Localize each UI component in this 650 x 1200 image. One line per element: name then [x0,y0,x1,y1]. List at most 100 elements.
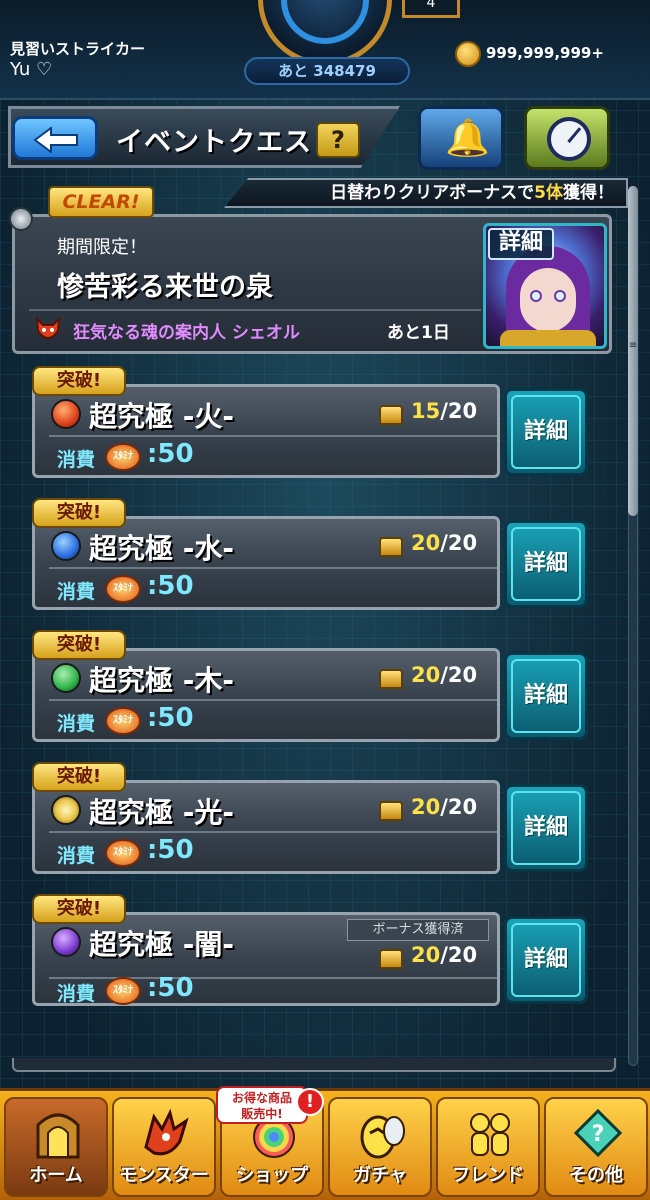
nav-home[interactable]: ホーム [4,1097,108,1197]
nav-label: フレンド [452,1165,524,1186]
stamina-icon: ｽﾀﾐﾅ [105,839,141,867]
quest-row-water[interactable]: 超究極 -水- 20/20 消費 ｽﾀﾐﾅ :50 突破! 詳細 [30,498,590,618]
timer-button[interactable] [524,106,610,170]
coin-icon [455,41,481,67]
nav-label: ホーム [29,1165,83,1186]
divider [49,435,497,437]
quest-card[interactable]: 超究極 -水- 20/20 消費 ｽﾀﾐﾅ :50 [32,516,500,610]
fire-element-icon [51,399,81,429]
stamina-cost: :50 [147,973,194,1003]
treasure-icon [379,405,403,425]
page-header: イベントクエスト ? 🔔 [0,104,650,174]
cost-label: 消費 [57,713,96,735]
bonus-status-label: ボーナス獲得済 [347,919,489,941]
stamina-icon: ｽﾀﾐﾅ [105,977,141,1005]
quest-name: 超究極 -水- [89,532,234,565]
clear-total: /20 [440,663,478,687]
svg-text:?: ? [592,1122,605,1147]
event-limited-label: 期間限定！ [57,237,147,258]
quest-detail-button[interactable]: 詳細 [504,652,588,740]
breakthrough-badge: 突破! [32,762,126,792]
treasure-icon [379,801,403,821]
detail-label: 詳細 [511,791,581,865]
rank-ring [281,0,369,44]
quest-row-wood[interactable]: 超究極 -木- 20/20 消費 ｽﾀﾐﾅ :50 突破! 詳細 [30,630,590,750]
portrait-eye [554,290,566,302]
stamina-cost: :50 [147,835,194,865]
breakthrough-badge: 突破! [32,630,126,660]
notification-button[interactable]: 🔔 [418,106,504,170]
bonus-strip: 日替わりクリアボーナスで5体獲得！ [224,178,628,208]
dragon-icon [144,1108,189,1156]
nav-label: モンスター [119,1165,209,1186]
quest-name: 超究極 -火- [89,400,234,433]
event-banner[interactable]: 日替わりクリアボーナスで5体獲得！ 期間限定！ 惨苦彩る来世の泉 狂気なる魂の案… [9,178,628,354]
bell-icon: 🔔 [445,118,490,159]
cleared: 15 [411,399,441,423]
quest-detail-button[interactable]: 詳細 [504,388,588,476]
clear-count: 20/20 [411,795,477,819]
clear-total: /20 [440,795,478,819]
quest-card[interactable]: 超究極 -光- 20/20 消費 ｽﾀﾐﾅ :50 [32,780,500,874]
cleared: 20 [411,531,441,555]
home-gate-icon [36,1113,80,1159]
pin-icon [9,207,33,231]
player-name: Yu ♡ [10,59,53,80]
exp-remaining: あと 348479 [244,57,410,85]
portrait-face [520,268,576,332]
quest-detail-button[interactable]: 詳細 [504,916,588,1004]
nav-other[interactable]: ? その他 [544,1097,648,1197]
clear-total: /20 [440,943,478,967]
quest-row-fire[interactable]: 超究極 -火- 15/20 消費 ｽﾀﾐﾅ :50 突破! 詳細 [30,366,590,486]
divider [29,309,481,311]
nav-label: その他 [569,1165,623,1186]
quest-row-dark[interactable]: 超究極 -闇- ボーナス獲得済 20/20 消費 ｽﾀﾐﾅ :50 突破! 詳細 [30,894,590,1014]
sale-badge[interactable]: お得な商品 販売中! [216,1086,308,1124]
nav-label: ショップ [236,1165,308,1186]
portrait-eye [530,290,542,302]
stamina-cost: :50 [147,571,194,601]
quest-detail-button[interactable]: 詳細 [504,784,588,872]
coin-count: 999,999,999+ [486,44,604,62]
nav-label: ガチャ [353,1165,407,1186]
breakthrough-badge: 突破! [32,894,126,924]
nav-gacha[interactable]: ガチャ [328,1097,432,1197]
stamina-cost: :50 [147,439,194,469]
cleared: 20 [411,795,441,819]
friends-icon [470,1113,510,1156]
stamina-icon: ｽﾀﾐﾅ [105,575,141,603]
list-frame [12,1058,616,1072]
stamina-cost: :50 [147,703,194,733]
clear-badge: CLEAR! [48,186,154,218]
event-name: 惨苦彩る来世の泉 [57,272,273,303]
status-bar: 見習いストライカー Yu ♡ 781 4 あと 348479 999,999,9… [0,0,650,100]
bonus-text-end: 獲得！ [563,183,614,203]
bonus-text: 日替わりクリアボーナスで [330,183,535,203]
dark-element-icon [51,927,81,957]
back-arrow-icon [33,127,78,153]
detail-label: 詳細 [511,923,581,997]
wood-element-icon [51,663,81,693]
scroll-grip-icon: ≡ [628,340,638,351]
stamina-icon: ｽﾀﾐﾅ [105,707,141,735]
breakthrough-badge: 突破! [32,498,126,528]
quest-detail-button[interactable]: 詳細 [504,520,588,608]
cost-label: 消費 [57,845,96,867]
event-portrait[interactable]: 詳細 [483,223,607,349]
quest-row-light[interactable]: 超究極 -光- 20/20 消費 ｽﾀﾐﾅ :50 突破! 詳細 [30,762,590,882]
sale-badge-line: お得な商品 [231,1091,292,1105]
back-button[interactable] [12,116,98,160]
clear-total: /20 [440,531,478,555]
nav-monster[interactable]: モンスター [112,1097,216,1197]
event-card[interactable]: 期間限定！ 惨苦彩る来世の泉 狂気なる魂の案内人 シェオル あと1日 詳細 [9,207,612,354]
cost-label: 消費 [57,581,96,603]
nav-friend[interactable]: フレンド [436,1097,540,1197]
water-element-icon [51,531,81,561]
quest-card[interactable]: 超究極 -火- 15/20 消費 ｽﾀﾐﾅ :50 [32,384,500,478]
quest-card[interactable]: 超究極 -闇- ボーナス獲得済 20/20 消費 ｽﾀﾐﾅ :50 [32,912,500,1006]
help-button[interactable]: ? [316,122,360,158]
quest-card[interactable]: 超究極 -木- 20/20 消費 ｽﾀﾐﾅ :50 [32,648,500,742]
player-title: 見習いストライカー [10,40,146,58]
event-detail-button[interactable]: 詳細 [488,228,554,260]
bottom-nav: ホーム モンスター ショップ ガチャ フレンド ? その他 [0,1088,650,1200]
